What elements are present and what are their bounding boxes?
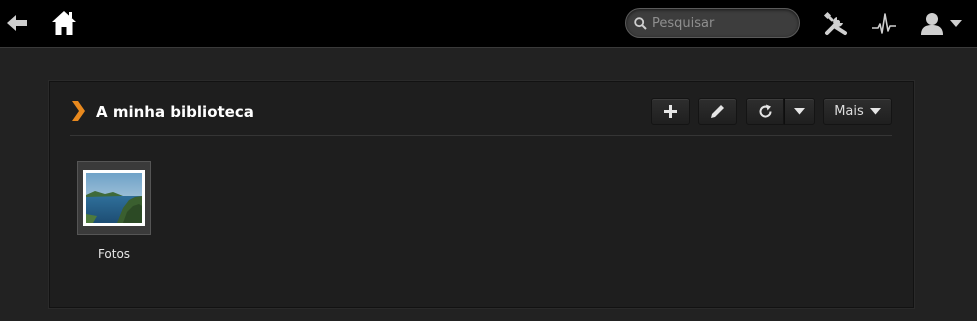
- pencil-icon: [711, 105, 724, 118]
- chevron-down-icon: [869, 108, 881, 115]
- activity-icon: [872, 13, 896, 34]
- chevron-down-icon: [950, 20, 962, 27]
- photo-thumbnail: [77, 161, 151, 235]
- edit-button[interactable]: [698, 98, 737, 125]
- refresh-button[interactable]: [746, 98, 784, 125]
- library-panel: A minha biblioteca Mais Fotos: [49, 81, 914, 308]
- search-input[interactable]: [652, 15, 792, 31]
- user-icon: [921, 13, 943, 35]
- tools-icon: [823, 11, 847, 35]
- arrow-left-icon: [7, 15, 27, 31]
- chevron-right-icon: [72, 101, 85, 121]
- settings-button[interactable]: [822, 10, 850, 38]
- add-button[interactable]: [651, 98, 690, 125]
- top-bar: [0, 0, 977, 48]
- library-item-label: Fotos: [97, 247, 131, 261]
- back-button[interactable]: [4, 10, 30, 36]
- home-button[interactable]: [50, 8, 78, 38]
- refresh-icon: [759, 104, 772, 118]
- landscape-photo-icon: [83, 170, 145, 226]
- user-menu-button[interactable]: [918, 10, 964, 38]
- library-item-fotos[interactable]: Fotos: [77, 161, 151, 261]
- search-box[interactable]: [625, 8, 800, 38]
- more-label: Mais: [834, 104, 864, 119]
- library-title: A minha biblioteca: [96, 103, 254, 121]
- more-button[interactable]: Mais: [823, 98, 892, 125]
- plus-icon: [664, 105, 677, 118]
- refresh-options-button[interactable]: [784, 98, 815, 125]
- home-icon: [52, 11, 76, 35]
- search-icon: [634, 16, 647, 30]
- activity-button[interactable]: [870, 10, 898, 38]
- library-header: A minha biblioteca Mais: [70, 98, 892, 136]
- chevron-down-icon: [794, 108, 805, 115]
